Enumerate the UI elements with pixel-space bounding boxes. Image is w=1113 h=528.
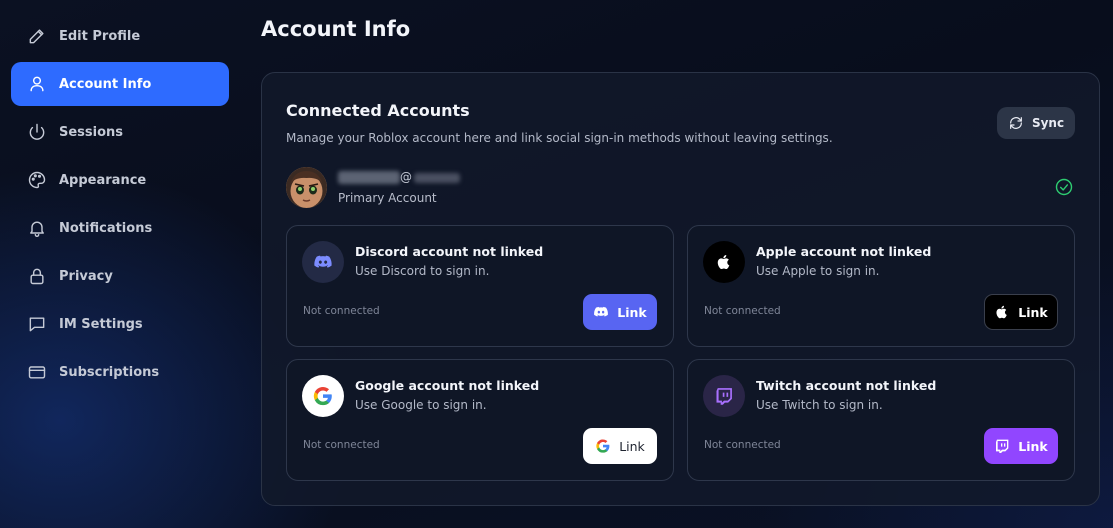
link-label: Link	[1018, 304, 1048, 320]
sidebar-item-label: Appearance	[59, 172, 147, 188]
discord-link-button[interactable]: Link	[583, 294, 657, 330]
page-title: Account Info	[261, 17, 411, 41]
twitch-icon	[703, 375, 745, 417]
sidebar-item-label: IM Settings	[59, 316, 143, 332]
apple-link-button[interactable]: Link	[984, 294, 1058, 330]
sync-button[interactable]: Sync	[997, 107, 1075, 139]
lock-icon	[27, 266, 47, 286]
check-circle-icon	[1054, 177, 1074, 197]
primary-account-row: @ Primary Account	[286, 167, 1076, 211]
google-card-title: Google account not linked	[355, 378, 540, 393]
twitch-icon	[996, 439, 1009, 453]
apple-card: Apple account not linked Use Apple to si…	[687, 225, 1075, 347]
discord-icon	[594, 306, 609, 317]
discord-status: Not connected	[303, 305, 380, 317]
discord-card: Discord account not linked Use Discord t…	[286, 225, 674, 347]
discord-card-desc: Use Discord to sign in.	[355, 264, 490, 278]
sidebar-item-im-settings[interactable]: IM Settings	[11, 302, 229, 346]
apple-icon	[703, 241, 745, 283]
sidebar-item-privacy[interactable]: Privacy	[11, 254, 229, 298]
handle-redacted	[414, 173, 460, 183]
google-card: Google account not linked Use Google to …	[286, 359, 674, 481]
google-status: Not connected	[303, 439, 380, 451]
twitch-card-title: Twitch account not linked	[756, 378, 937, 393]
palette-icon	[27, 170, 47, 190]
apple-card-desc: Use Apple to sign in.	[756, 264, 880, 278]
link-label: Link	[617, 304, 647, 320]
refresh-icon	[1010, 117, 1022, 129]
sidebar-item-edit-profile[interactable]: Edit Profile	[11, 14, 229, 58]
google-card-desc: Use Google to sign in.	[355, 398, 487, 412]
username-redacted	[338, 171, 400, 184]
twitch-status: Not connected	[704, 439, 781, 451]
panel-subtitle: Manage your Roblox account here and link…	[286, 131, 833, 145]
user-icon	[27, 74, 47, 94]
panel-title: Connected Accounts	[286, 101, 470, 120]
link-label: Link	[619, 438, 645, 454]
sidebar: Edit Profile Account Info Sessions Appea…	[11, 14, 229, 398]
discord-card-title: Discord account not linked	[355, 244, 544, 259]
sidebar-item-notifications[interactable]: Notifications	[11, 206, 229, 250]
sidebar-item-label: Privacy	[59, 268, 113, 284]
apple-icon	[996, 305, 1007, 319]
sidebar-item-sessions[interactable]: Sessions	[11, 110, 229, 154]
sidebar-item-label: Account Info	[59, 76, 152, 92]
google-icon	[302, 375, 344, 417]
primary-account-label: Primary Account	[338, 191, 437, 205]
sidebar-item-appearance[interactable]: Appearance	[11, 158, 229, 202]
discord-icon	[302, 241, 344, 283]
sidebar-item-label: Sessions	[59, 124, 124, 140]
twitch-card: Twitch account not linked Use Twitch to …	[687, 359, 1075, 481]
google-link-button[interactable]: Link	[583, 428, 657, 464]
apple-status: Not connected	[704, 305, 781, 317]
sidebar-item-label: Subscriptions	[59, 364, 160, 380]
sidebar-item-label: Edit Profile	[59, 28, 141, 44]
twitch-link-button[interactable]: Link	[984, 428, 1058, 464]
at-sign: @	[400, 170, 412, 184]
link-label: Link	[1018, 438, 1048, 454]
avatar[interactable]	[286, 167, 327, 208]
sidebar-item-label: Notifications	[59, 220, 153, 236]
sync-label: Sync	[1031, 116, 1065, 130]
power-icon	[27, 122, 47, 142]
connected-accounts-panel: Connected Accounts Manage your Roblox ac…	[261, 72, 1100, 506]
sidebar-item-subscriptions[interactable]: Subscriptions	[11, 350, 229, 394]
twitch-card-desc: Use Twitch to sign in.	[756, 398, 883, 412]
apple-card-title: Apple account not linked	[756, 244, 932, 259]
card-icon	[27, 362, 47, 382]
pencil-icon	[27, 26, 47, 46]
google-icon	[596, 439, 610, 453]
bell-icon	[27, 218, 47, 238]
chat-icon	[27, 314, 47, 334]
sidebar-item-account-info[interactable]: Account Info	[11, 62, 229, 106]
